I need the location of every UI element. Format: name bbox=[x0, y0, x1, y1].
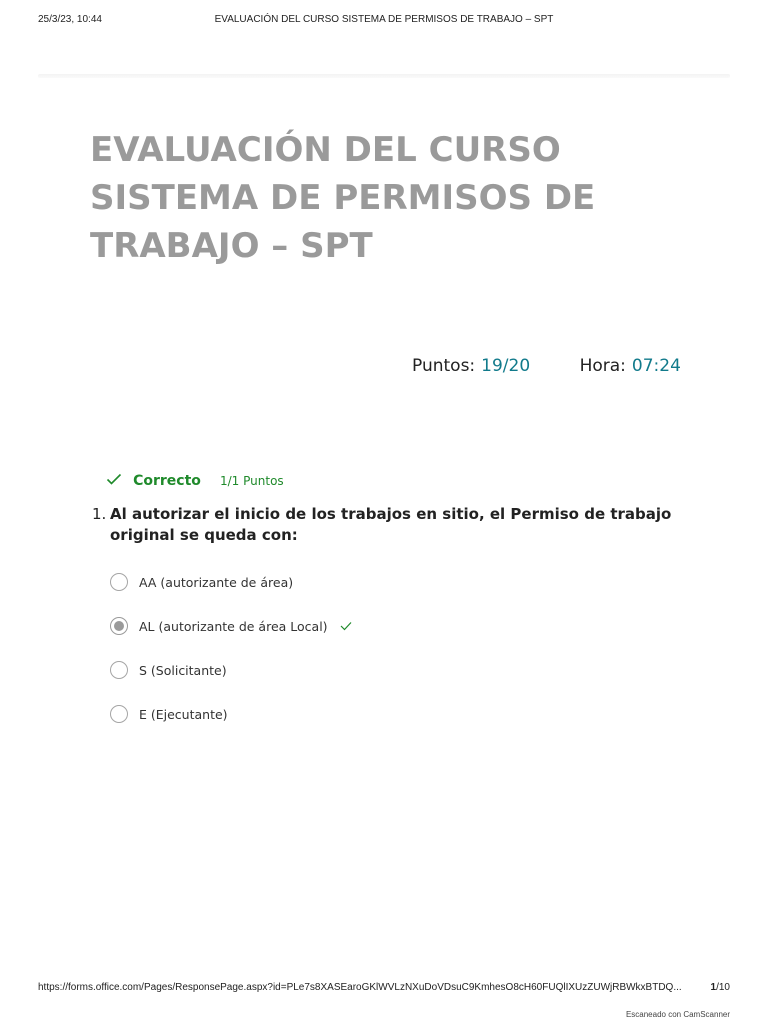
question-text: Al autorizar el inicio de los trabajos e… bbox=[110, 505, 672, 544]
option-label: AL (autorizante de área Local) bbox=[139, 618, 328, 634]
result-status: Correcto bbox=[133, 473, 201, 489]
question-result: Correcto 1/1 Puntos bbox=[106, 470, 284, 489]
form-header-divider bbox=[38, 74, 730, 78]
radio-button[interactable] bbox=[110, 573, 128, 591]
form-title: EVALUACIÓN DEL CURSO SISTEMA DE PERMISOS… bbox=[90, 130, 596, 266]
option-al[interactable]: AL (autorizante de área Local) bbox=[110, 604, 352, 648]
page-total: /10 bbox=[716, 982, 730, 993]
score-summary: Puntos: 19/20 Hora: 07:24 bbox=[412, 356, 681, 376]
answer-options: AA (autorizante de área) AL (autorizante… bbox=[110, 560, 352, 736]
points-value: 19/20 bbox=[481, 356, 531, 376]
option-label: S (Solicitante) bbox=[139, 662, 227, 678]
radio-button[interactable] bbox=[110, 705, 128, 723]
question-points: 1/1 Puntos bbox=[220, 474, 284, 488]
scanner-watermark: Escaneado con CamScanner bbox=[625, 1010, 730, 1019]
footer-url: https://forms.office.com/Pages/ResponseP… bbox=[38, 982, 682, 993]
check-icon bbox=[106, 473, 122, 485]
page-number: 1/10 bbox=[711, 982, 730, 993]
option-e[interactable]: E (Ejecutante) bbox=[110, 692, 352, 736]
option-label: AA (autorizante de área) bbox=[139, 574, 294, 590]
time-label: Hora: bbox=[579, 356, 626, 376]
time-value: 07:24 bbox=[631, 356, 681, 376]
radio-button-selected[interactable] bbox=[110, 617, 128, 635]
time-block: Hora: 07:24 bbox=[580, 356, 681, 376]
points-label: Puntos: bbox=[412, 356, 476, 376]
print-document-title: EVALUACIÓN DEL CURSO SISTEMA DE PERMISOS… bbox=[214, 14, 554, 25]
option-s[interactable]: S (Solicitante) bbox=[110, 648, 352, 692]
radio-button[interactable] bbox=[110, 661, 128, 679]
correct-answer-check-icon bbox=[340, 622, 351, 631]
option-label: E (Ejecutante) bbox=[139, 706, 228, 722]
question-number: 1. bbox=[92, 505, 107, 523]
question-1: 1. Al autorizar el inicio de los trabajo… bbox=[92, 504, 692, 546]
option-aa[interactable]: AA (autorizante de área) bbox=[110, 560, 352, 604]
